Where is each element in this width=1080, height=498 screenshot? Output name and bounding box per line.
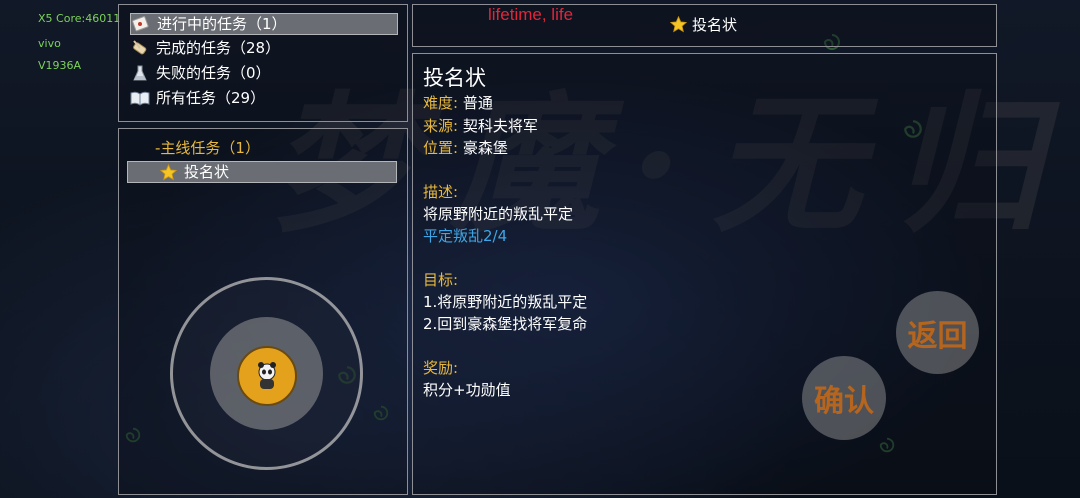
goal-item: 2.回到豪森堡找将军复命	[423, 315, 588, 333]
progress-text: 平定叛乱2/4	[423, 227, 508, 245]
header-title: 投名状	[692, 15, 738, 34]
source-value: 契科夫将军	[462, 117, 538, 135]
book-icon	[130, 89, 150, 107]
difficulty-label: 难度:	[423, 94, 459, 112]
quest-item-touming[interactable]: 投名状	[127, 161, 397, 183]
category-label: 完成的任务（28）	[156, 39, 281, 57]
panda-avatar-icon	[258, 362, 276, 389]
location-row: 位置: 豪森堡	[423, 137, 508, 159]
category-label: 所有任务（29）	[156, 89, 266, 107]
quest-title: 投名状	[423, 66, 486, 90]
category-completed[interactable]: 完成的任务（28）	[130, 37, 398, 59]
goal-item: 1.将原野附近的叛乱平定	[423, 293, 588, 311]
quill-scroll-icon	[130, 39, 150, 57]
goal-label: 目标:	[423, 271, 459, 289]
category-all[interactable]: 所有任务（29）	[130, 87, 398, 109]
description-label: 描述:	[423, 183, 459, 201]
description-text: 将原野附近的叛乱平定	[423, 205, 574, 223]
joystick-knob[interactable]	[237, 346, 297, 406]
difficulty-row: 难度: 普通	[423, 92, 493, 114]
system-model-label: V1936A	[38, 59, 82, 72]
system-core-label: X5 Core:46011	[38, 12, 121, 25]
difficulty-value: 普通	[462, 94, 493, 112]
scroll-card-icon	[131, 15, 151, 33]
back-button[interactable]: 返回	[896, 291, 979, 374]
category-label: 失败的任务（0）	[156, 64, 271, 82]
category-in-progress[interactable]: 进行中的任务（1）	[130, 13, 398, 35]
star-icon	[158, 163, 178, 181]
star-icon	[670, 15, 687, 32]
source-row: 来源: 契科夫将军	[423, 115, 538, 137]
category-failed[interactable]: 失败的任务（0）	[130, 62, 398, 84]
main-quest-group-label[interactable]: -主线任务（1）	[155, 137, 260, 159]
source-label: 来源:	[423, 117, 459, 135]
location-value: 豪森堡	[462, 139, 508, 157]
category-label: 进行中的任务（1）	[157, 15, 287, 33]
reward-label: 奖励:	[423, 359, 459, 377]
confirm-button[interactable]: 确认	[802, 356, 886, 440]
flask-icon	[130, 64, 150, 82]
reward-text: 积分+功勋值	[423, 381, 511, 399]
location-label: 位置:	[423, 139, 459, 157]
quest-item-label: 投名状	[184, 163, 230, 181]
banner-text: lifetime, life	[488, 5, 574, 24]
system-brand-label: vivo	[38, 37, 61, 50]
header-title-group: 投名状	[670, 13, 737, 35]
